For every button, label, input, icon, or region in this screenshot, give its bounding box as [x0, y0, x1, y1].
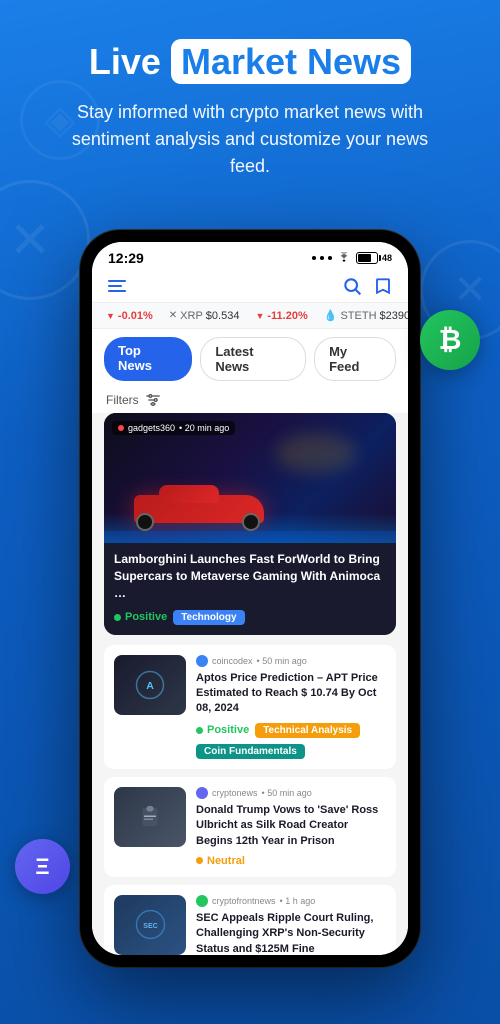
phone-frame: 12:29 48: [80, 230, 420, 967]
aptos-image-bg: A: [114, 655, 186, 715]
technical-analysis-tag[interactable]: Technical Analysis: [255, 723, 360, 738]
sentiment-label: Positive: [125, 611, 167, 623]
battery-icon: [356, 252, 378, 264]
status-icons: 48: [312, 252, 392, 264]
ticker-item-steth: 💧 STETH $2390.6: [324, 309, 408, 322]
nav-right-icons: [342, 276, 392, 296]
aptos-positive-dot: [196, 727, 203, 734]
hero-title-highlight: Market News: [171, 39, 411, 84]
sec-card-source: cryptofrontnews • 1 h ago: [196, 895, 386, 907]
source-badge: gadgets360 • 20 min ago: [112, 421, 235, 435]
btc-badge: ₿: [420, 310, 480, 370]
aptos-sentiment: Positive: [196, 724, 249, 736]
trump-card-title: Donald Trump Vows to 'Save' Ross Ulbrich…: [196, 803, 386, 849]
ticker-change-2: -11.20%: [267, 310, 307, 322]
aptos-card-tags: Positive Technical Analysis Coin Fundame…: [196, 723, 386, 759]
phone-screen: 12:29 48: [92, 242, 408, 955]
wifi-icon: [336, 252, 352, 264]
source-name: gadgets360: [128, 423, 175, 433]
eth-badge: Ξ: [15, 839, 70, 894]
trump-news-card[interactable]: cryptonews • 50 min ago Donald Trump Vow…: [104, 777, 396, 877]
filter-icon[interactable]: [145, 393, 161, 407]
aptos-news-card[interactable]: A coincodex • 50 min ago Aptos Price Pre…: [104, 645, 396, 769]
tab-bar: Top News Latest News My Feed: [92, 329, 408, 389]
tab-top-news[interactable]: Top News: [104, 337, 192, 381]
bookmark-icon[interactable]: [374, 276, 392, 296]
filter-label: Filters: [106, 393, 139, 407]
battery-level: 48: [382, 253, 392, 263]
status-bar: 12:29 48: [92, 242, 408, 270]
hero-section: Live Market News Stay informed with cryp…: [0, 0, 500, 200]
featured-tags: Positive Technology: [114, 610, 386, 625]
cryptonews-logo: [196, 787, 208, 799]
neutral-dot: [196, 857, 203, 864]
trump-sentiment: Neutral: [196, 855, 245, 867]
tab-latest-news[interactable]: Latest News: [200, 337, 306, 381]
svg-text:A: A: [146, 679, 154, 691]
trump-card-tags: Neutral: [196, 855, 386, 867]
hero-title: Live Market News: [20, 40, 480, 83]
ticker-change-1: -0.01%: [118, 310, 153, 322]
cryptofrontnews-logo: [196, 895, 208, 907]
sec-card-title: SEC Appeals Ripple Court Ruling, Challen…: [196, 911, 386, 955]
sec-card-image: SEC: [114, 895, 186, 955]
status-time: 12:29: [108, 250, 144, 266]
technology-tag[interactable]: Technology: [173, 610, 244, 625]
xrp-logo: ✕: [169, 310, 177, 321]
trump-image-bg: [114, 787, 186, 847]
price-ticker: ▼ -0.01% ✕ XRP $0.534 ▼ -11.20% 💧 STETH …: [92, 302, 408, 329]
ticker-item-1: ▼ -0.01%: [106, 310, 153, 322]
source-time: • 20 min ago: [179, 423, 229, 433]
nav-bar: [92, 270, 408, 302]
svg-text:SEC: SEC: [143, 923, 157, 930]
sec-news-card[interactable]: SEC cryptofrontnews • 1 h ago SEC Appeal…: [104, 885, 396, 955]
trump-card-source: cryptonews • 50 min ago: [196, 787, 386, 799]
aptos-card-content: coincodex • 50 min ago Aptos Price Predi…: [196, 655, 386, 759]
hero-subtitle: Stay informed with crypto market news wi…: [60, 99, 440, 180]
sentiment-badge-positive: Positive: [114, 611, 167, 623]
featured-image: gadgets360 • 20 min ago: [104, 413, 396, 543]
signal-dot-3: [328, 256, 332, 260]
featured-title: Lamborghini Launches Fast ForWorld to Br…: [114, 551, 386, 601]
trump-sentiment-label: Neutral: [207, 855, 245, 867]
trump-card-image: [114, 787, 186, 847]
ticker-item-xrp: ✕ XRP $0.534: [169, 310, 240, 322]
featured-content: Lamborghini Launches Fast ForWorld to Br…: [104, 543, 396, 634]
trump-card-content: cryptonews • 50 min ago Donald Trump Vow…: [196, 787, 386, 867]
filter-bar: Filters: [92, 389, 408, 413]
positive-dot: [114, 614, 121, 621]
steth-logo: 💧: [324, 309, 338, 322]
ticker-item-2: ▼ -11.20%: [255, 310, 307, 322]
news-feed: gadgets360 • 20 min ago Lamborghini Laun…: [92, 413, 408, 955]
menu-button[interactable]: [108, 280, 126, 292]
aptos-card-image: A: [114, 655, 186, 715]
source-logo-dot: [118, 425, 124, 431]
tab-my-feed[interactable]: My Feed: [314, 337, 396, 381]
coincodex-logo: [196, 655, 208, 667]
sec-card-content: cryptofrontnews • 1 h ago SEC Appeals Ri…: [196, 895, 386, 955]
aptos-card-source: coincodex • 50 min ago: [196, 655, 386, 667]
signal-dot-1: [312, 256, 316, 260]
sec-image-bg: SEC: [114, 895, 186, 955]
search-icon[interactable]: [342, 276, 362, 296]
aptos-sentiment-label: Positive: [207, 724, 249, 736]
aptos-card-title: Aptos Price Prediction – APT Price Estim…: [196, 671, 386, 717]
featured-news-card[interactable]: gadgets360 • 20 min ago Lamborghini Laun…: [104, 413, 396, 634]
coin-fundamentals-tag[interactable]: Coin Fundamentals: [196, 744, 305, 759]
signal-dot-2: [320, 256, 324, 260]
